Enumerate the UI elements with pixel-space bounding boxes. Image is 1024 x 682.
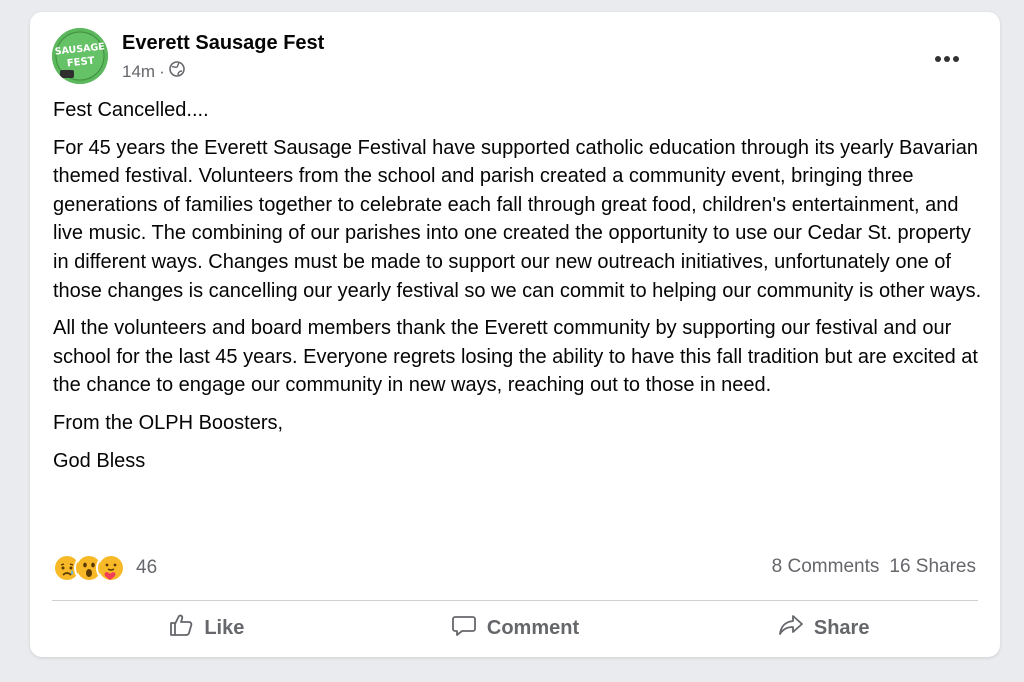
page-avatar[interactable]: SAUSAGE FEST <box>52 28 108 84</box>
comments-count-link[interactable]: 8 Comments <box>772 556 880 578</box>
globe-icon <box>168 61 185 82</box>
post-stats: 8 Comments 16 Shares <box>772 556 976 578</box>
share-arrow-icon <box>778 612 804 644</box>
post-actions-bar: Like Comment Share <box>52 608 978 648</box>
thumbs-up-icon <box>168 612 194 644</box>
care-reaction-icon <box>96 553 126 583</box>
comment-button[interactable]: Comment <box>361 608 670 648</box>
post-timestamp[interactable]: 14m <box>122 62 155 82</box>
post-card: SAUSAGE FEST Everett Sausage Fest 14m · <box>30 12 1000 657</box>
post-paragraph: For 45 years the Everett Sausage Festiva… <box>53 136 982 302</box>
post-body: Fest Cancelled.... For 45 years the Ever… <box>53 96 988 484</box>
sausage-fest-logo: SAUSAGE FEST <box>52 28 108 84</box>
comment-bubble-icon <box>451 612 477 644</box>
meta-separator: · <box>159 61 165 81</box>
post-paragraph: All the volunteers and board members tha… <box>53 317 978 397</box>
ellipsis-icon[interactable] <box>934 46 960 66</box>
post-paragraph: Fest Cancelled.... <box>53 99 209 121</box>
comment-label: Comment <box>486 616 580 639</box>
post-meta: 14m · <box>122 61 185 82</box>
reaction-count: 46 <box>136 557 158 578</box>
post-header: SAUSAGE FEST Everett Sausage Fest 14m · <box>52 28 972 88</box>
post-paragraph: God Bless <box>53 449 146 472</box>
shares-count-link[interactable]: 16 Shares <box>889 556 976 578</box>
share-button[interactable]: Share <box>669 608 978 648</box>
page-name-link[interactable]: Everett Sausage Fest <box>122 32 324 55</box>
like-label: Like <box>204 616 245 639</box>
reactions-summary[interactable]: 46 <box>52 553 158 583</box>
share-label: Share <box>813 616 870 639</box>
post-paragraph: From the OLPH Boosters, <box>53 411 284 434</box>
actions-divider <box>52 600 978 601</box>
like-button[interactable]: Like <box>52 608 361 648</box>
